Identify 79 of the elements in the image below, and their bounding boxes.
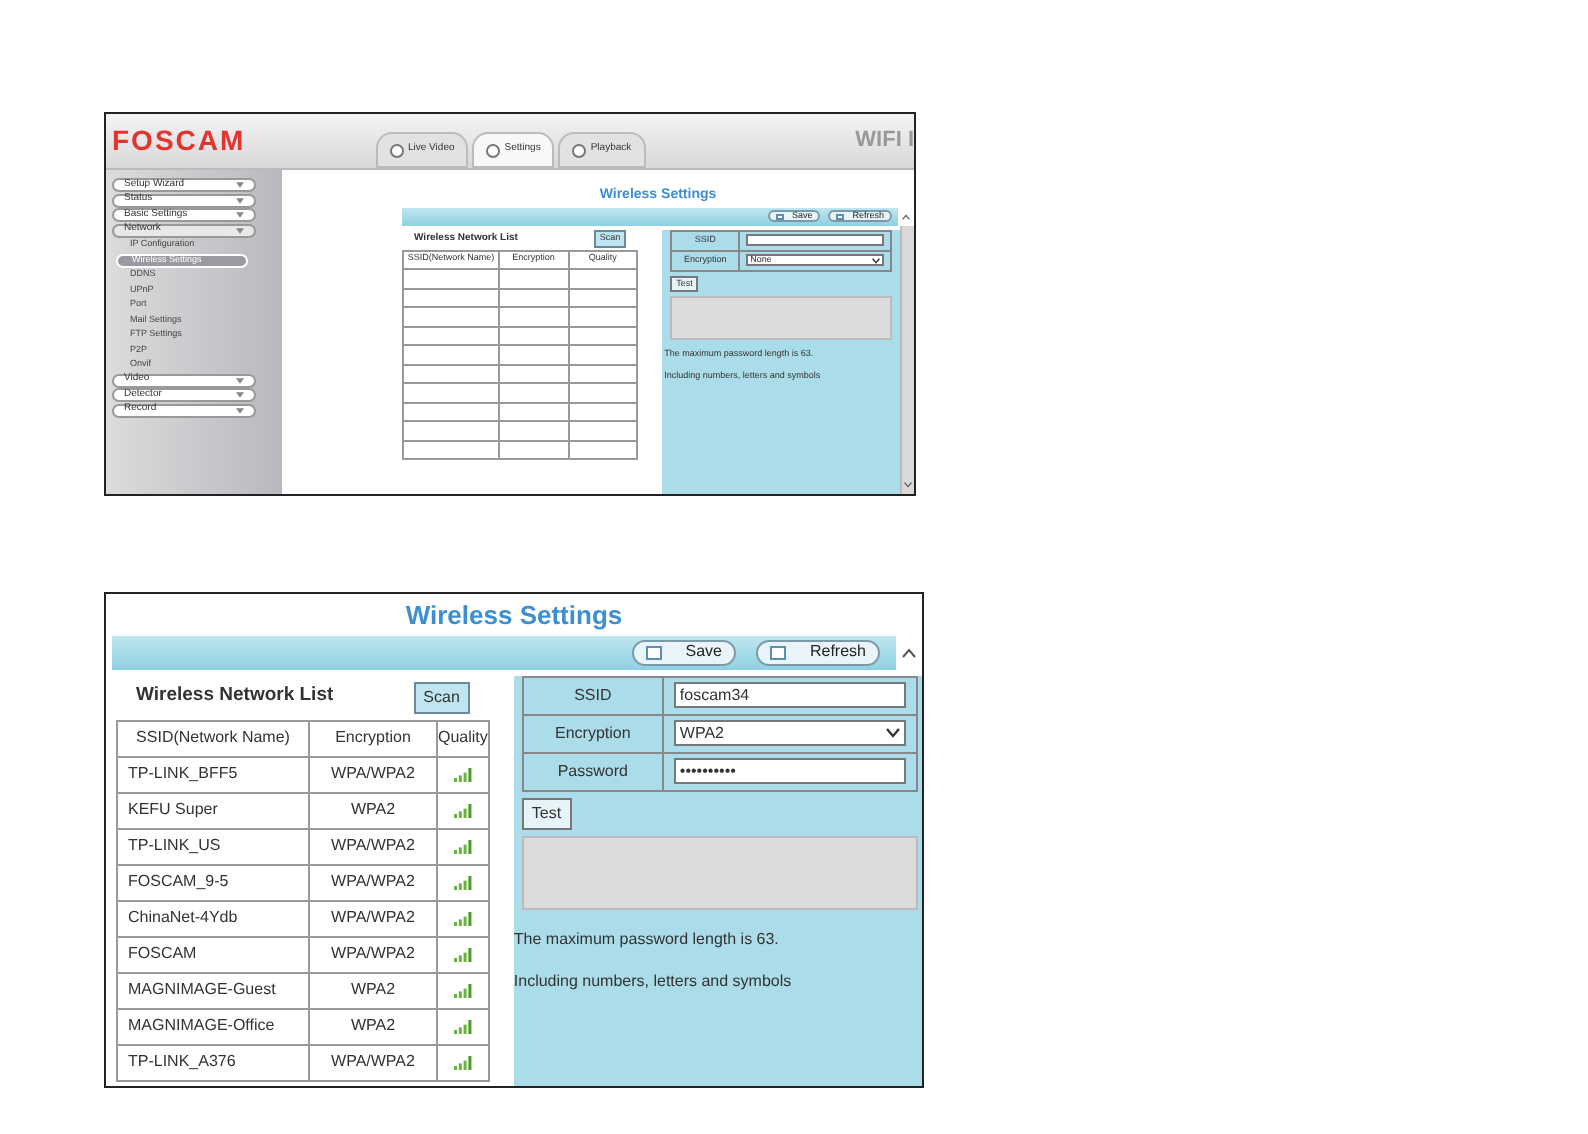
refresh-button[interactable]: Refresh — [755, 639, 880, 665]
table-cell: WPA2 — [310, 973, 438, 1009]
empty-table-cell — [569, 403, 639, 422]
signal-strength-icon — [453, 767, 472, 781]
table-cell: TP-LINK_BFF5 — [118, 757, 310, 793]
table-cell: WPA2 — [310, 793, 438, 829]
ssid-field[interactable] — [746, 234, 885, 246]
signal-strength-icon — [453, 947, 472, 961]
chevron-down-icon — [236, 407, 244, 413]
scroll-up-icon[interactable] — [902, 213, 910, 219]
empty-table-cell — [569, 346, 639, 365]
product-name: WIFI I — [855, 126, 914, 157]
column-header: Quality — [438, 721, 490, 757]
empty-table-cell — [500, 327, 570, 346]
table-cell: KEFU Super — [118, 793, 310, 829]
table-cell: ChinaNet-4Ydb — [118, 901, 310, 937]
column-header: SSID(Network Name) — [118, 721, 310, 757]
empty-table-cell — [569, 289, 639, 308]
scan-button[interactable]: Scan — [413, 681, 470, 713]
empty-table-cell — [569, 308, 639, 327]
empty-table-cell — [500, 346, 570, 365]
empty-table-cell — [569, 365, 639, 384]
signal-strength-icon — [453, 1019, 472, 1033]
empty-table-cell — [500, 441, 570, 460]
chevron-down-icon — [236, 212, 244, 218]
table-cell: TP-LINK_US — [118, 829, 310, 865]
empty-table-cell — [500, 289, 570, 308]
brand-logo: FOSCAM — [110, 122, 248, 160]
chevron-down-icon — [236, 392, 244, 398]
empty-table-cell — [569, 422, 639, 441]
encryption-select[interactable]: WPA2 — [673, 720, 906, 746]
table-cell: WPA/WPA2 — [310, 901, 438, 937]
table-cell: WPA/WPA2 — [310, 757, 438, 793]
table-cell: WPA/WPA2 — [310, 865, 438, 901]
table-cell: TP-LINK_A376 — [118, 1045, 310, 1081]
test-button[interactable]: Test — [521, 797, 572, 829]
empty-table-cell — [569, 327, 639, 346]
empty-table-cell — [500, 422, 570, 441]
hint-text: The maximum password length is 63. — [513, 927, 781, 951]
empty-table-cell — [500, 270, 570, 289]
hint-text: Including numbers, letters and symbols — [513, 969, 794, 993]
save-button[interactable]: Save — [631, 639, 736, 665]
table-cell: WPA/WPA2 — [310, 829, 438, 865]
signal-strength-icon — [453, 983, 472, 997]
empty-table-cell — [569, 384, 639, 403]
table-cell: FOSCAM — [118, 937, 310, 973]
empty-table-cell — [500, 365, 570, 384]
table-cell: WPA2 — [310, 1009, 438, 1045]
chevron-down-icon — [236, 227, 244, 233]
signal-strength-icon — [453, 911, 472, 925]
table-cell: MAGNIMAGE-Office — [118, 1009, 310, 1045]
field-label: Encryption — [523, 715, 664, 753]
table-cell: MAGNIMAGE-Guest — [118, 973, 310, 1009]
table-cell: FOSCAM_9-5 — [118, 865, 310, 901]
chevron-down-icon — [872, 257, 881, 263]
password-field[interactable]: •••••••••• — [673, 758, 906, 784]
empty-table-cell — [500, 308, 570, 327]
signal-strength-icon — [453, 839, 472, 853]
scroll-up-icon[interactable] — [902, 647, 916, 657]
chevron-down-icon — [236, 182, 244, 188]
chevron-down-icon — [236, 377, 244, 383]
ssid-field[interactable]: foscam34 — [673, 682, 906, 708]
empty-table-cell — [500, 403, 570, 422]
empty-table-cell — [569, 270, 639, 289]
chevron-down-icon — [885, 728, 900, 738]
field-label: Password — [523, 753, 664, 791]
scroll-down-icon[interactable] — [904, 482, 913, 488]
empty-table-cell — [569, 441, 639, 460]
list-title: Wireless Network List — [136, 682, 334, 711]
signal-strength-icon — [453, 803, 472, 817]
chevron-down-icon — [236, 197, 244, 203]
field-label: SSID — [523, 677, 664, 715]
signal-strength-icon — [453, 875, 472, 889]
table-cell: WPA/WPA2 — [310, 937, 438, 973]
column-header: Encryption — [310, 721, 438, 757]
signal-strength-icon — [453, 1055, 472, 1069]
empty-table-cell — [500, 384, 570, 403]
table-cell: WPA/WPA2 — [310, 1045, 438, 1081]
page-title: Wireless Settings — [403, 598, 625, 634]
